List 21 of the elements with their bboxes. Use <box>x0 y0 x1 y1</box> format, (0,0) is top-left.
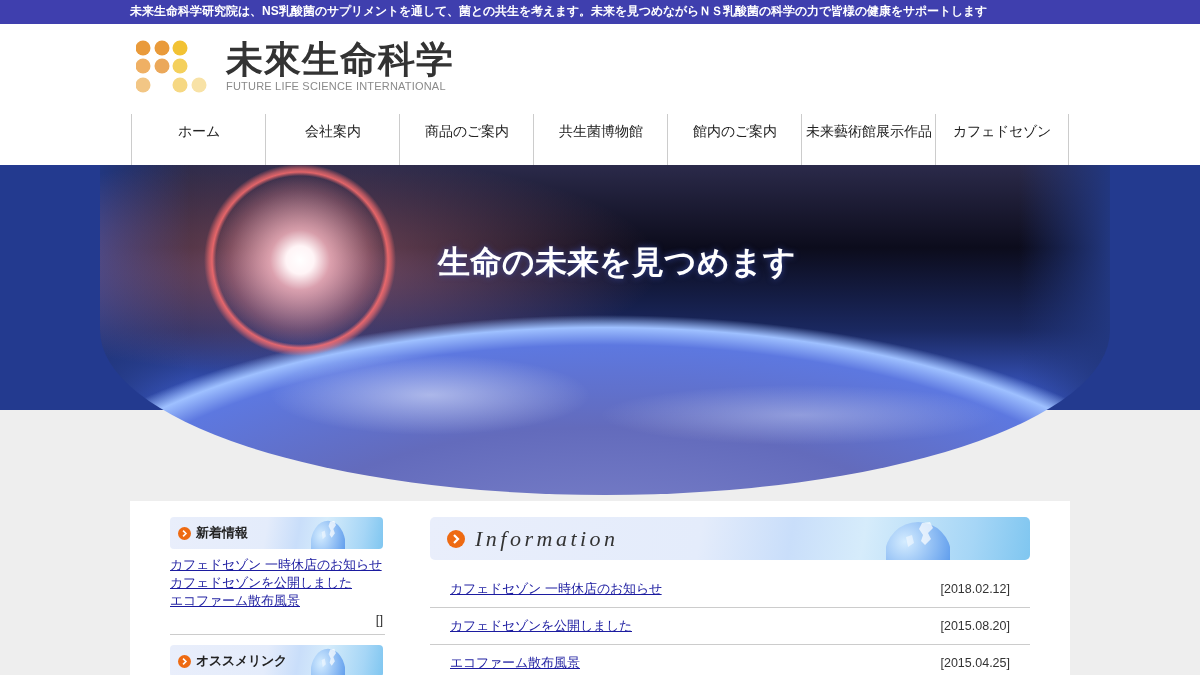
logo-title: 未來生命科学 <box>226 40 454 80</box>
news-link[interactable]: カフェドセゾンを公開しました <box>170 574 352 592</box>
info-date: [2015.08.20] <box>940 618 1010 635</box>
chevron-icon <box>447 529 465 548</box>
chevron-icon <box>178 654 191 668</box>
info-date: [2015.04.25] <box>940 655 1010 672</box>
info-link[interactable]: カフェドセゾンを公開しました <box>450 617 632 635</box>
news-link[interactable]: カフェドセゾン 一時休店のお知らせ <box>170 556 382 574</box>
info-date: [2018.02.12] <box>940 581 1010 598</box>
top-bar-text: 未来生命科学研究院は、NS乳酸菌のサプリメントを通して、菌との共生を考えます。未来を見つめながらＮＳ乳酸菌の科学の力で皆様の健康をサポートします <box>130 3 987 20</box>
info-link[interactable]: カフェドセゾン 一時休店のお知らせ <box>450 580 662 598</box>
sidebar-heading-text: オススメリンク <box>196 652 287 670</box>
chevron-icon <box>178 526 191 540</box>
info-heading-title: Information <box>475 525 619 552</box>
bracket-text: [] <box>375 612 383 628</box>
info-link[interactable]: エコファーム散布風景 <box>450 654 580 672</box>
sidebar-heading-text: 新着情報 <box>196 524 248 542</box>
news-link[interactable]: エコファーム散布風景 <box>170 592 300 610</box>
logo-icon <box>136 40 207 93</box>
hero-tagline: 生命の未来を見つめます <box>438 242 796 283</box>
logo-subtitle: FUTURE LIFE SCIENCE INTERNATIONAL <box>226 80 447 93</box>
